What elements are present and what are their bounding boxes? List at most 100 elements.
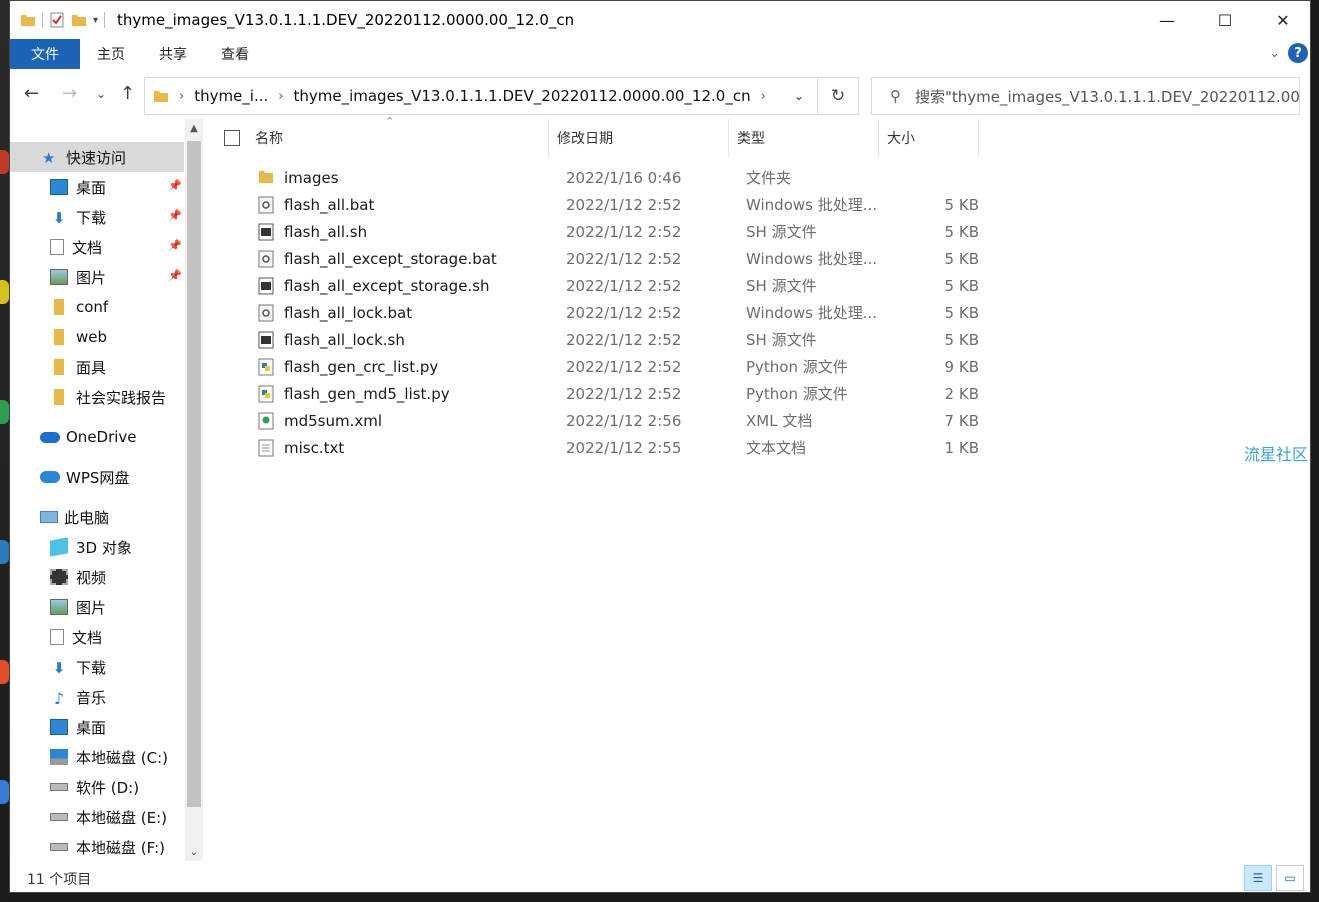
file-row[interactable]: flash_all_lock.bat 2022/1/12 2:52 Windows … [249,299,989,326]
breadcrumb-chevron-icon[interactable]: › [761,89,766,104]
maximize-button[interactable]: ☐ [1196,1,1254,39]
star-icon: ★ [42,149,56,167]
file-row[interactable]: flash_all_lock.sh 2022/1/12 2:52 SH 源文件 5 K… [249,326,989,353]
nav-onedrive[interactable]: OneDrive [40,422,137,452]
details-view-icon[interactable]: ☰ [1244,865,1272,891]
nav-desktop-pinned[interactable]: 桌面 [50,172,106,202]
nav-quick-access[interactable]: ★ 快速访问 [10,142,184,172]
file-row[interactable]: flash_all_except_storage.sh 2022/1/12 2:5… [249,272,989,299]
python-file-icon [258,358,274,376]
nav-pictures-pinned[interactable]: 图片 [50,262,106,292]
nav-documents-pinned[interactable]: 文档 [50,232,102,262]
document-icon [50,629,64,645]
file-row[interactable]: misc.txt 2022/1/12 2:55 文本文档 1 KB [249,434,989,461]
customize-dropdown-icon[interactable]: ▾ [93,15,98,26]
nav-label: WPS网盘 [66,468,130,487]
nav-label: 文档 [72,238,103,257]
file-type: XML 文档 [746,412,813,430]
address-bar[interactable]: › thyme_i... › thyme_images_V13.0.1.1.1.… [144,77,818,115]
nav-drive-f[interactable]: 本地磁盘 (F:) [50,832,165,862]
nav-folder-web[interactable]: web [50,322,107,352]
nav-this-pc[interactable]: 此电脑 [40,502,109,532]
file-row[interactable]: md5sum.xml 2022/1/12 2:56 XML 文档 7 KB [249,407,989,434]
tab-home[interactable]: 主页 [80,39,142,69]
close-button[interactable]: ✕ [1254,1,1312,39]
breadcrumb-parent[interactable]: thyme_i... [194,87,268,105]
back-arrow-icon[interactable]: ← [24,83,39,104]
address-dropdown-icon[interactable]: ⌄ [781,78,817,114]
nav-folder-conf[interactable]: conf [50,292,108,322]
folder-icon [154,91,168,102]
file-type: 文件夹 [746,169,792,187]
title-bar: ▾ thyme_images_V13.0.1.1.1.DEV_20220112.… [10,1,1312,39]
expand-ribbon-icon[interactable]: ⌄ [1269,46,1280,61]
folder-icon[interactable] [20,12,36,28]
file-size: 1 KB [944,438,979,457]
file-size: 5 KB [944,330,979,349]
nav-downloads[interactable]: ⬇ 下载 [50,652,106,682]
pin-icon[interactable]: 📌 [168,209,182,222]
large-icons-view-icon[interactable]: ▭ [1276,865,1304,891]
file-type: Python 源文件 [746,358,848,376]
file-row[interactable]: flash_all.bat 2022/1/12 2:52 Windows 批处理..… [249,191,989,218]
nav-label: 下载 [76,208,107,227]
search-input[interactable]: ⚲ 搜索"thyme_images_V13.0.1.1.1.DEV_202201… [871,77,1300,115]
scroll-up-icon[interactable]: ▲ [185,119,203,137]
nav-folder-mask[interactable]: 面具 [50,352,106,382]
nav-documents[interactable]: 文档 [50,622,102,652]
minimize-button[interactable]: — [1138,1,1196,39]
nav-drive-e[interactable]: 本地磁盘 (E:) [50,802,167,832]
file-date: 2022/1/12 2:55 [566,438,682,457]
nav-label: 此电脑 [64,508,110,527]
nav-label: conf [76,298,109,316]
nav-scrollbar[interactable]: ▲ ⌄ [185,119,203,861]
folder-icon [54,329,64,345]
tab-share[interactable]: 共享 [142,39,204,69]
ribbon-right: ⌄ ? [1269,43,1308,63]
file-row[interactable]: flash_all_except_storage.bat 2022/1/12 2:… [249,245,989,272]
window-title: thyme_images_V13.0.1.1.1.DEV_20220112.00… [117,11,575,29]
file-date: 2022/1/12 2:52 [566,357,682,376]
nav-label: 本地磁盘 (E:) [76,808,168,827]
nav-downloads-pinned[interactable]: ⬇ 下载 [50,202,106,232]
file-row[interactable]: images 2022/1/16 0:46 文件夹 [249,164,989,191]
breadcrumb-chevron-icon[interactable]: › [179,89,184,104]
file-name: flash_all_lock.sh [284,330,405,349]
forward-arrow-icon[interactable]: → [62,83,77,104]
nav-wps-drive[interactable]: WPS网盘 [40,462,129,492]
pin-icon[interactable]: 📌 [168,179,182,192]
pin-icon[interactable]: 📌 [168,239,182,252]
select-all-checkbox[interactable] [224,130,240,146]
nav-folder-report[interactable]: 社会实践报告 [50,382,166,412]
properties-icon[interactable] [49,12,65,28]
nav-videos[interactable]: 视频 [50,562,106,592]
file-row[interactable]: flash_all.sh 2022/1/12 2:52 SH 源文件 5 KB [249,218,989,245]
column-header-size[interactable]: 大小 [881,119,979,157]
drive-icon [50,783,68,791]
nav-desktop[interactable]: 桌面 [50,712,106,742]
nav-drive-c[interactable]: 本地磁盘 (C:) [50,742,168,772]
scroll-down-icon[interactable]: ⌄ [185,843,203,861]
search-placeholder: 搜索"thyme_images_V13.0.1.1.1.DEV_20220112… [915,87,1300,106]
nav-music[interactable]: ♪ 音乐 [50,682,106,712]
nav-drive-d[interactable]: 软件 (D:) [50,772,139,802]
file-row[interactable]: flash_gen_md5_list.py 2022/1/12 2:52 Pytho… [249,380,989,407]
pin-icon[interactable]: 📌 [168,269,182,282]
desktop-edge [0,0,9,902]
nav-3d-objects[interactable]: 3D 对象 [50,532,132,562]
tab-file[interactable]: 文件 [10,39,80,69]
column-header-name[interactable]: 名称 [249,119,549,157]
help-button[interactable]: ? [1288,43,1308,63]
breadcrumb-chevron-icon[interactable]: › [278,89,283,104]
tab-view[interactable]: 查看 [204,39,266,69]
breadcrumb-current[interactable]: thyme_images_V13.0.1.1.1.DEV_20220112.00… [293,87,750,105]
new-folder-icon[interactable] [71,12,87,28]
file-row[interactable]: flash_gen_crc_list.py 2022/1/12 2:52 Pytho… [249,353,989,380]
up-arrow-icon[interactable]: ↑ [120,83,135,104]
scrollbar-thumb[interactable] [187,141,201,807]
column-header-type[interactable]: 类型 [731,119,879,157]
refresh-button[interactable]: ↻ [818,77,859,115]
column-header-date[interactable]: 修改日期 [551,119,729,157]
recent-locations-chevron-icon[interactable]: ⌄ [96,87,106,101]
nav-pictures[interactable]: 图片 [50,592,106,622]
